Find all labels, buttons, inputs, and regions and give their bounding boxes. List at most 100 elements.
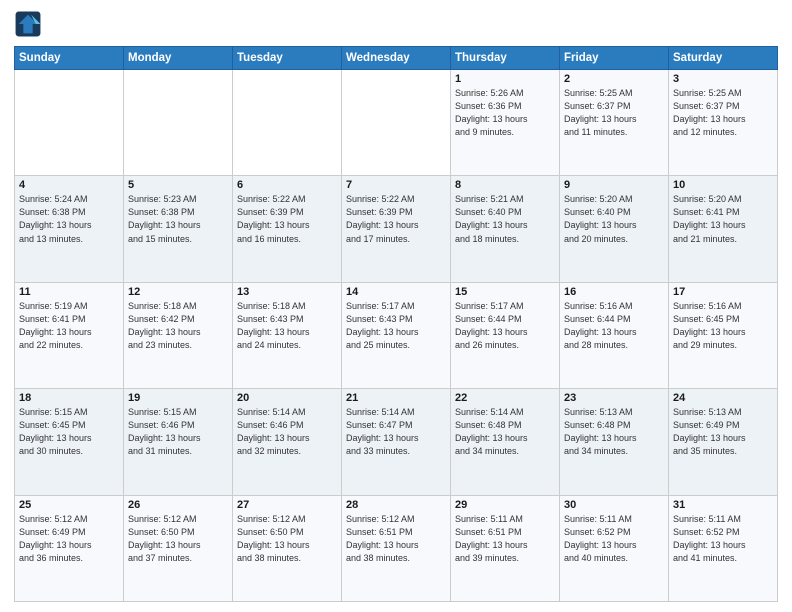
calendar-cell: 8 Sunrise: 5:21 AM Sunset: 6:40 PM Daylig… bbox=[451, 176, 560, 282]
day-info: Sunrise: 5:11 AM Sunset: 6:51 PM Dayligh… bbox=[455, 513, 555, 565]
calendar-cell: 14Sunrise: 5:17 AM Sunset: 6:43 PM Dayli… bbox=[342, 282, 451, 388]
header-cell-thursday: Thursday bbox=[451, 47, 560, 70]
day-info: Sunrise: 5:15 AM Sunset: 6:45 PM Dayligh… bbox=[19, 406, 119, 458]
calendar-cell bbox=[342, 70, 451, 176]
day-info: Sunrise: 5:11 AM Sunset: 6:52 PM Dayligh… bbox=[564, 513, 664, 565]
calendar-cell: 10 Sunrise: 5:20 AM Sunset: 6:41 PM Dayli… bbox=[669, 176, 778, 282]
day-number: 15 bbox=[455, 286, 555, 298]
calendar-cell: 7 Sunrise: 5:22 AM Sunset: 6:39 PM Daylig… bbox=[342, 176, 451, 282]
day-info: Sunrise: 5:22 AM Sunset: 6:39 PM Dayligh… bbox=[346, 193, 446, 245]
day-number: 26 bbox=[128, 499, 228, 511]
day-number: 23 bbox=[564, 392, 664, 404]
day-info: Sunrise: 5:13 AM Sunset: 6:49 PM Dayligh… bbox=[673, 406, 773, 458]
day-number: 18 bbox=[19, 392, 119, 404]
day-info: Sunrise: 5:12 AM Sunset: 6:49 PM Dayligh… bbox=[19, 513, 119, 565]
week-row-0: 1 Sunrise: 5:26 AM Sunset: 6:36 PM Daylig… bbox=[15, 70, 778, 176]
calendar-cell bbox=[124, 70, 233, 176]
calendar-cell: 1 Sunrise: 5:26 AM Sunset: 6:36 PM Daylig… bbox=[451, 70, 560, 176]
day-number: 11 bbox=[19, 286, 119, 298]
day-number: 12 bbox=[128, 286, 228, 298]
day-number: 31 bbox=[673, 499, 773, 511]
week-row-1: 4Sunrise: 5:24 AM Sunset: 6:38 PM Daylig… bbox=[15, 176, 778, 282]
day-number: 16 bbox=[564, 286, 664, 298]
day-info: Sunrise: 5:24 AM Sunset: 6:38 PM Dayligh… bbox=[19, 193, 119, 245]
logo bbox=[14, 10, 46, 38]
calendar-cell: 29 Sunrise: 5:11 AM Sunset: 6:51 PM Dayli… bbox=[451, 495, 560, 601]
day-info: Sunrise: 5:16 AM Sunset: 6:45 PM Dayligh… bbox=[673, 300, 773, 352]
calendar-cell: 9 Sunrise: 5:20 AM Sunset: 6:40 PM Daylig… bbox=[560, 176, 669, 282]
calendar-cell: 2 Sunrise: 5:25 AM Sunset: 6:37 PM Daylig… bbox=[560, 70, 669, 176]
calendar-cell: 20 Sunrise: 5:14 AM Sunset: 6:46 PM Dayli… bbox=[233, 389, 342, 495]
header-row: SundayMondayTuesdayWednesdayThursdayFrid… bbox=[15, 47, 778, 70]
calendar-cell: 23Sunrise: 5:13 AM Sunset: 6:48 PM Dayli… bbox=[560, 389, 669, 495]
calendar-cell: 13Sunrise: 5:18 AM Sunset: 6:43 PM Dayli… bbox=[233, 282, 342, 388]
calendar-cell: 21 Sunrise: 5:14 AM Sunset: 6:47 PM Dayli… bbox=[342, 389, 451, 495]
calendar-cell bbox=[233, 70, 342, 176]
day-number: 2 bbox=[564, 73, 664, 85]
calendar-cell: 3 Sunrise: 5:25 AM Sunset: 6:37 PM Daylig… bbox=[669, 70, 778, 176]
day-info: Sunrise: 5:18 AM Sunset: 6:43 PM Dayligh… bbox=[237, 300, 337, 352]
calendar-header: SundayMondayTuesdayWednesdayThursdayFrid… bbox=[15, 47, 778, 70]
logo-icon bbox=[14, 10, 42, 38]
header-cell-wednesday: Wednesday bbox=[342, 47, 451, 70]
day-number: 10 bbox=[673, 179, 773, 191]
calendar-cell: 30Sunrise: 5:11 AM Sunset: 6:52 PM Dayli… bbox=[560, 495, 669, 601]
calendar-cell: 25Sunrise: 5:12 AM Sunset: 6:49 PM Dayli… bbox=[15, 495, 124, 601]
day-info: Sunrise: 5:22 AM Sunset: 6:39 PM Dayligh… bbox=[237, 193, 337, 245]
day-number: 6 bbox=[237, 179, 337, 191]
calendar-cell: 26 Sunrise: 5:12 AM Sunset: 6:50 PM Dayli… bbox=[124, 495, 233, 601]
day-number: 22 bbox=[455, 392, 555, 404]
day-number: 9 bbox=[564, 179, 664, 191]
calendar-cell: 4Sunrise: 5:24 AM Sunset: 6:38 PM Daylig… bbox=[15, 176, 124, 282]
day-info: Sunrise: 5:25 AM Sunset: 6:37 PM Dayligh… bbox=[673, 87, 773, 139]
header-cell-sunday: Sunday bbox=[15, 47, 124, 70]
day-info: Sunrise: 5:15 AM Sunset: 6:46 PM Dayligh… bbox=[128, 406, 228, 458]
calendar-cell: 18 Sunrise: 5:15 AM Sunset: 6:45 PM Dayli… bbox=[15, 389, 124, 495]
day-info: Sunrise: 5:20 AM Sunset: 6:41 PM Dayligh… bbox=[673, 193, 773, 245]
day-info: Sunrise: 5:19 AM Sunset: 6:41 PM Dayligh… bbox=[19, 300, 119, 352]
day-info: Sunrise: 5:14 AM Sunset: 6:47 PM Dayligh… bbox=[346, 406, 446, 458]
day-info: Sunrise: 5:25 AM Sunset: 6:37 PM Dayligh… bbox=[564, 87, 664, 139]
day-number: 3 bbox=[673, 73, 773, 85]
header-cell-tuesday: Tuesday bbox=[233, 47, 342, 70]
day-info: Sunrise: 5:18 AM Sunset: 6:42 PM Dayligh… bbox=[128, 300, 228, 352]
day-number: 20 bbox=[237, 392, 337, 404]
day-info: Sunrise: 5:21 AM Sunset: 6:40 PM Dayligh… bbox=[455, 193, 555, 245]
calendar-cell: 5Sunrise: 5:23 AM Sunset: 6:38 PM Daylig… bbox=[124, 176, 233, 282]
calendar-cell: 31 Sunrise: 5:11 AM Sunset: 6:52 PM Dayli… bbox=[669, 495, 778, 601]
day-number: 27 bbox=[237, 499, 337, 511]
day-number: 28 bbox=[346, 499, 446, 511]
day-number: 1 bbox=[455, 73, 555, 85]
calendar-table: SundayMondayTuesdayWednesdayThursdayFrid… bbox=[14, 46, 778, 602]
calendar-cell: 27Sunrise: 5:12 AM Sunset: 6:50 PM Dayli… bbox=[233, 495, 342, 601]
day-number: 7 bbox=[346, 179, 446, 191]
calendar-cell: 24 Sunrise: 5:13 AM Sunset: 6:49 PM Dayli… bbox=[669, 389, 778, 495]
day-info: Sunrise: 5:11 AM Sunset: 6:52 PM Dayligh… bbox=[673, 513, 773, 565]
calendar-cell: 22 Sunrise: 5:14 AM Sunset: 6:48 PM Dayli… bbox=[451, 389, 560, 495]
day-info: Sunrise: 5:17 AM Sunset: 6:43 PM Dayligh… bbox=[346, 300, 446, 352]
week-row-3: 18 Sunrise: 5:15 AM Sunset: 6:45 PM Dayli… bbox=[15, 389, 778, 495]
day-info: Sunrise: 5:20 AM Sunset: 6:40 PM Dayligh… bbox=[564, 193, 664, 245]
calendar-body: 1 Sunrise: 5:26 AM Sunset: 6:36 PM Daylig… bbox=[15, 70, 778, 602]
header bbox=[14, 10, 778, 38]
calendar-cell: 11 Sunrise: 5:19 AM Sunset: 6:41 PM Dayli… bbox=[15, 282, 124, 388]
day-info: Sunrise: 5:12 AM Sunset: 6:51 PM Dayligh… bbox=[346, 513, 446, 565]
calendar-cell: 15 Sunrise: 5:17 AM Sunset: 6:44 PM Dayli… bbox=[451, 282, 560, 388]
day-number: 8 bbox=[455, 179, 555, 191]
day-number: 21 bbox=[346, 392, 446, 404]
day-info: Sunrise: 5:26 AM Sunset: 6:36 PM Dayligh… bbox=[455, 87, 555, 139]
week-row-4: 25Sunrise: 5:12 AM Sunset: 6:49 PM Dayli… bbox=[15, 495, 778, 601]
day-number: 24 bbox=[673, 392, 773, 404]
day-info: Sunrise: 5:17 AM Sunset: 6:44 PM Dayligh… bbox=[455, 300, 555, 352]
header-cell-friday: Friday bbox=[560, 47, 669, 70]
page: SundayMondayTuesdayWednesdayThursdayFrid… bbox=[0, 0, 792, 612]
day-info: Sunrise: 5:12 AM Sunset: 6:50 PM Dayligh… bbox=[128, 513, 228, 565]
day-info: Sunrise: 5:16 AM Sunset: 6:44 PM Dayligh… bbox=[564, 300, 664, 352]
week-row-2: 11 Sunrise: 5:19 AM Sunset: 6:41 PM Dayli… bbox=[15, 282, 778, 388]
day-info: Sunrise: 5:14 AM Sunset: 6:48 PM Dayligh… bbox=[455, 406, 555, 458]
day-number: 29 bbox=[455, 499, 555, 511]
day-number: 19 bbox=[128, 392, 228, 404]
calendar-cell: 12 Sunrise: 5:18 AM Sunset: 6:42 PM Dayli… bbox=[124, 282, 233, 388]
day-info: Sunrise: 5:14 AM Sunset: 6:46 PM Dayligh… bbox=[237, 406, 337, 458]
calendar-cell: 16 Sunrise: 5:16 AM Sunset: 6:44 PM Dayli… bbox=[560, 282, 669, 388]
